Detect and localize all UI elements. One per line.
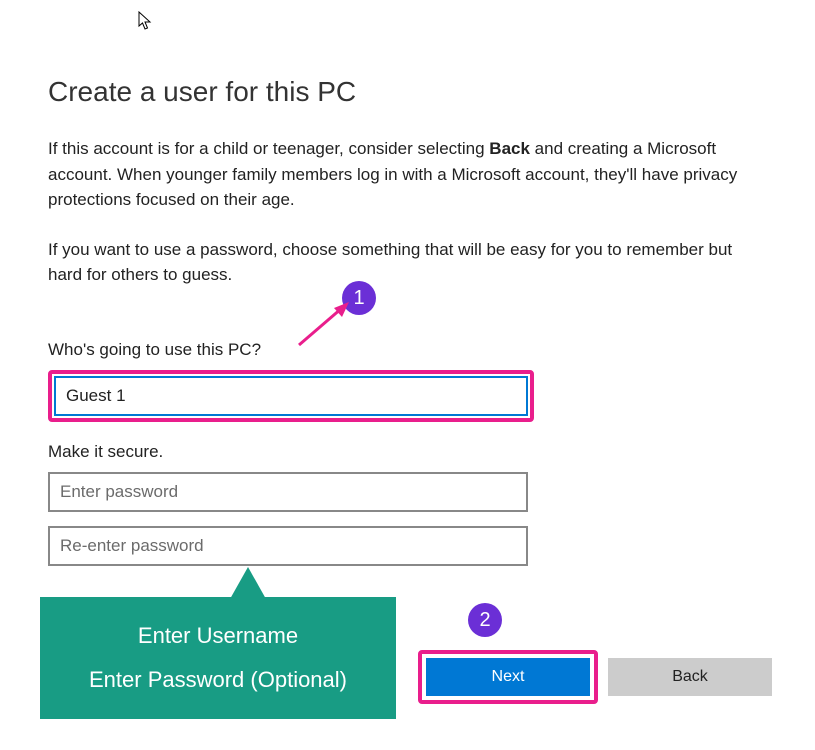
page-title: Create a user for this PC: [48, 76, 767, 108]
annotation-marker-2: 2: [468, 603, 502, 637]
intro-prefix: If this account is for a child or teenag…: [48, 139, 489, 158]
next-button[interactable]: Next: [426, 658, 590, 696]
username-highlight-frame: [48, 370, 534, 422]
intro-text: If this account is for a child or teenag…: [48, 136, 767, 213]
intro-bold: Back: [489, 139, 530, 158]
next-highlight-frame: Next: [418, 650, 598, 704]
callout-line-2: Enter Password (Optional): [89, 667, 347, 693]
username-focus-border: [54, 376, 528, 416]
password-input[interactable]: [48, 472, 528, 512]
reenter-password-input[interactable]: [48, 526, 528, 566]
annotation-callout: Enter Username Enter Password (Optional): [40, 597, 396, 719]
back-button[interactable]: Back: [608, 658, 772, 696]
annotation-marker-1: 1: [342, 281, 376, 315]
password-hint-text: If you want to use a password, choose so…: [48, 237, 767, 288]
callout-line-1: Enter Username: [138, 623, 298, 649]
button-row: Next Back: [418, 650, 772, 704]
callout-tail: [230, 567, 266, 599]
username-label: Who's going to use this PC?: [48, 340, 767, 360]
username-input[interactable]: [56, 378, 526, 414]
cursor-icon: [138, 11, 154, 31]
secure-label: Make it secure.: [48, 442, 767, 462]
